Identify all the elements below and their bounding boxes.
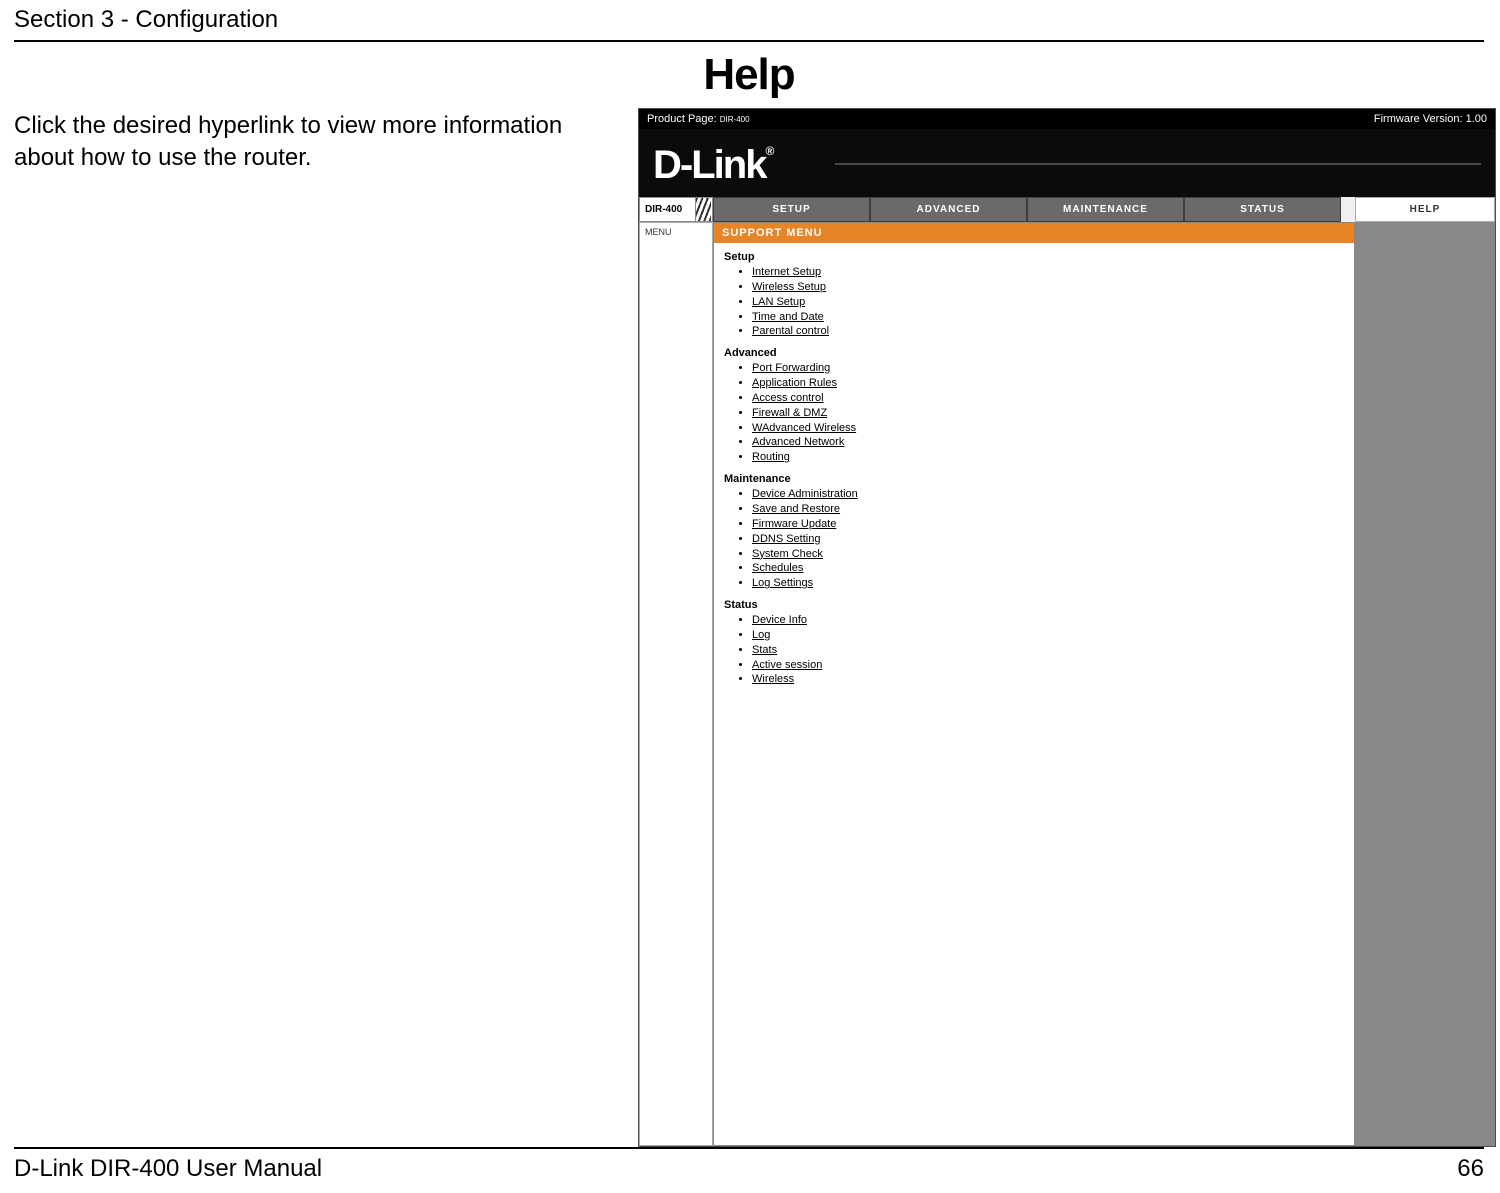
group-list-advanced: Port Forwarding Application Rules Access… bbox=[724, 361, 1344, 465]
group-list-maintenance: Device Administration Save and Restore F… bbox=[724, 487, 1344, 591]
section-header: Section 3 - Configuration bbox=[14, 6, 1484, 40]
group-title-status: Status bbox=[724, 599, 1344, 611]
link-device-info[interactable]: Device Info bbox=[752, 614, 807, 626]
header-rule bbox=[14, 40, 1484, 42]
link-lan-setup[interactable]: LAN Setup bbox=[752, 296, 805, 308]
tab-maintenance[interactable]: MAINTENANCE bbox=[1027, 197, 1184, 222]
left-sidebar: MENU bbox=[639, 222, 713, 1146]
link-port-forwarding[interactable]: Port Forwarding bbox=[752, 362, 830, 374]
link-save-restore[interactable]: Save and Restore bbox=[752, 503, 840, 515]
link-device-administration[interactable]: Device Administration bbox=[752, 488, 858, 500]
nav-model-badge: DIR-400 bbox=[639, 197, 713, 222]
brand-band: D-Link® bbox=[639, 129, 1495, 197]
dlink-logo: D-Link® bbox=[653, 143, 772, 187]
firmware-version: Firmware Version: 1.00 bbox=[1374, 113, 1487, 125]
link-application-rules[interactable]: Application Rules bbox=[752, 377, 837, 389]
router-screenshot: Product Page: DIR-400 Firmware Version: … bbox=[638, 108, 1496, 1147]
link-firmware-update[interactable]: Firmware Update bbox=[752, 518, 836, 530]
link-system-check[interactable]: System Check bbox=[752, 548, 823, 560]
right-sidebar bbox=[1355, 222, 1495, 1146]
link-advanced-network[interactable]: Advanced Network bbox=[752, 436, 844, 448]
tab-help[interactable]: HELP bbox=[1355, 197, 1495, 222]
link-wireless[interactable]: Wireless bbox=[752, 673, 794, 685]
link-parental-control[interactable]: Parental control bbox=[752, 325, 829, 337]
group-list-setup: Internet Setup Wireless Setup LAN Setup … bbox=[724, 265, 1344, 339]
group-title-setup: Setup bbox=[724, 251, 1344, 263]
link-access-control[interactable]: Access control bbox=[752, 392, 824, 404]
group-title-advanced: Advanced bbox=[724, 347, 1344, 359]
router-topbar: Product Page: DIR-400 Firmware Version: … bbox=[639, 109, 1495, 129]
router-nav: DIR-400 SETUP ADVANCED MAINTENANCE STATU… bbox=[639, 197, 1495, 222]
link-time-date[interactable]: Time and Date bbox=[752, 311, 824, 323]
link-log[interactable]: Log bbox=[752, 629, 770, 641]
link-ddns-setting[interactable]: DDNS Setting bbox=[752, 533, 820, 545]
link-active-session[interactable]: Active session bbox=[752, 659, 822, 671]
description-text: Click the desired hyperlink to view more… bbox=[14, 108, 624, 1147]
hatch-icon bbox=[695, 198, 711, 221]
link-wireless-setup[interactable]: Wireless Setup bbox=[752, 281, 826, 293]
panel-body: Setup Internet Setup Wireless Setup LAN … bbox=[714, 243, 1354, 697]
product-page-label: Product Page: bbox=[647, 113, 717, 125]
link-advanced-wireless[interactable]: WAdvanced Wireless bbox=[752, 422, 856, 434]
footer-manual-title: D-Link DIR-400 User Manual bbox=[14, 1155, 322, 1183]
group-title-maintenance: Maintenance bbox=[724, 473, 1344, 485]
link-internet-setup[interactable]: Internet Setup bbox=[752, 266, 821, 278]
link-routing[interactable]: Routing bbox=[752, 451, 790, 463]
footer-page-number: 66 bbox=[1457, 1155, 1484, 1183]
tab-advanced[interactable]: ADVANCED bbox=[870, 197, 1027, 222]
brand-rule bbox=[835, 163, 1481, 165]
tab-status[interactable]: STATUS bbox=[1184, 197, 1341, 222]
page-title: Help bbox=[14, 48, 1484, 108]
tab-setup[interactable]: SETUP bbox=[713, 197, 870, 222]
main-panel: SUPPORT MENU Setup Internet Setup Wirele… bbox=[713, 222, 1355, 1146]
product-page-model: DIR-400 bbox=[720, 115, 750, 124]
link-schedules[interactable]: Schedules bbox=[752, 562, 803, 574]
link-stats[interactable]: Stats bbox=[752, 644, 777, 656]
link-firewall-dmz[interactable]: Firewall & DMZ bbox=[752, 407, 827, 419]
group-list-status: Device Info Log Stats Active session Wir… bbox=[724, 613, 1344, 687]
link-log-settings[interactable]: Log Settings bbox=[752, 577, 813, 589]
panel-title: SUPPORT MENU bbox=[714, 223, 1354, 243]
sidebar-menu-label: MENU bbox=[640, 223, 712, 241]
